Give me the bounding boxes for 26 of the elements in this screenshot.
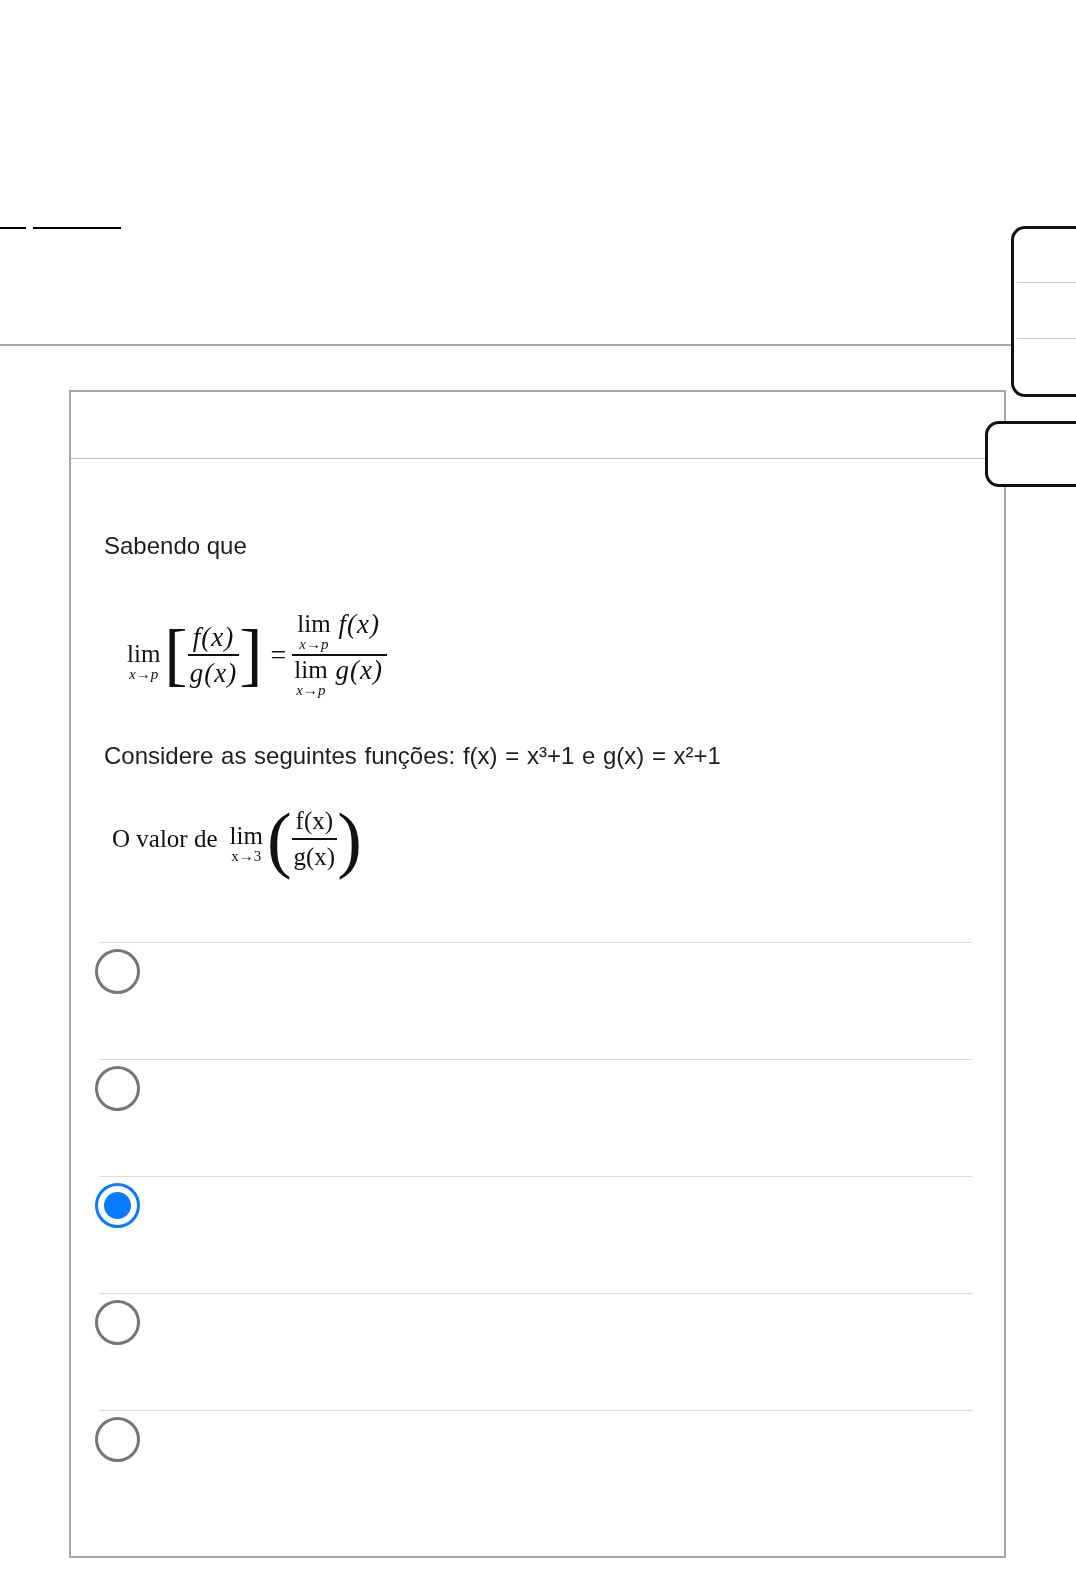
prompt-text: O valor de xyxy=(112,824,218,854)
radio-button[interactable] xyxy=(95,1066,140,1111)
limit-subscript: x→p xyxy=(129,666,159,682)
limit-operator: lim xyxy=(294,658,328,682)
limit-operator: lim xyxy=(229,824,263,848)
radio-button[interactable] xyxy=(95,1300,140,1345)
close-parenthesis: ) xyxy=(337,798,362,880)
limit-operator: lim xyxy=(127,642,161,666)
fraction-numerator: f(x) xyxy=(294,806,335,836)
fraction-denominator: g(x) xyxy=(188,658,239,688)
fraction-denominator: g(x) xyxy=(292,842,337,872)
limit-subscript: x→3 xyxy=(231,848,262,864)
limit-operator: lim xyxy=(297,612,331,636)
fraction-numerator: f(x) xyxy=(191,622,236,652)
limit-subscript: x→p xyxy=(296,682,326,698)
question-text: Considere as seguintes funções: f(x) = x³+1 e g(x) = x²+1 xyxy=(104,741,721,770)
radio-button[interactable] xyxy=(95,949,140,994)
limit-subscript: x→p xyxy=(299,636,329,652)
side-tab[interactable] xyxy=(985,421,1076,487)
open-parenthesis: ( xyxy=(266,798,292,880)
question-text: Sabendo que xyxy=(104,531,247,560)
radio-button[interactable] xyxy=(95,1417,140,1462)
equals-sign: = xyxy=(270,640,287,670)
close-bracket: ] xyxy=(239,616,263,694)
radio-button[interactable] xyxy=(95,1183,140,1228)
open-bracket: [ xyxy=(164,616,188,694)
